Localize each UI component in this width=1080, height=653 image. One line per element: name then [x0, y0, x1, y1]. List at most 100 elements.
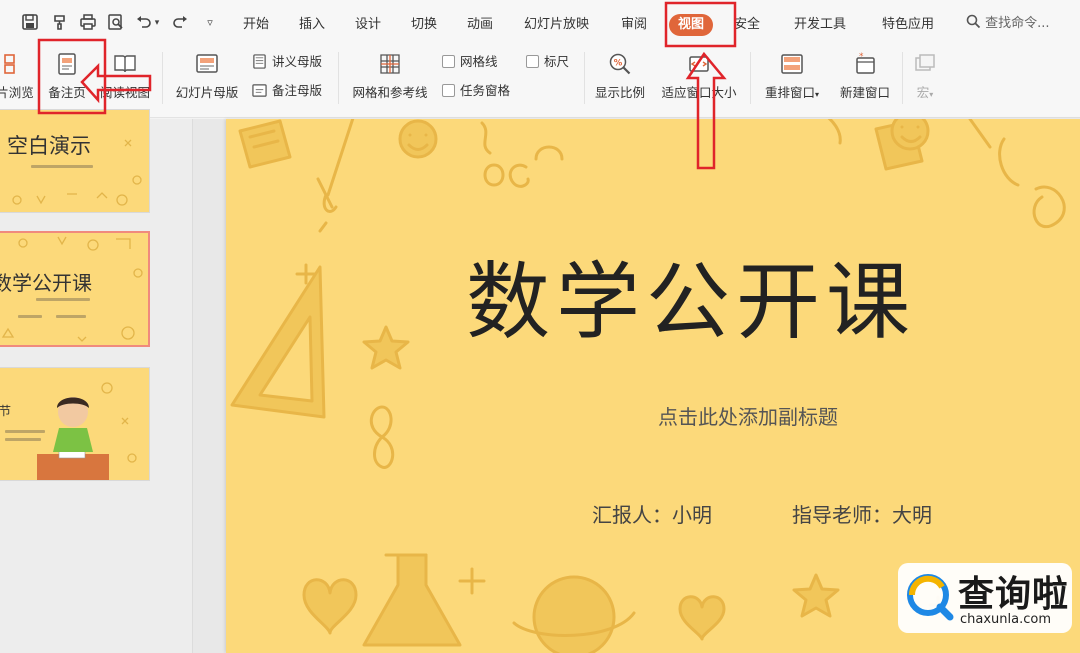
tab-transitions[interactable]: 切换	[411, 14, 437, 36]
new-window-label: 新建窗口	[839, 85, 890, 100]
handout-master-icon	[253, 54, 266, 69]
watermark-url: chaxunla.com	[960, 612, 1051, 627]
customize-toolbar-icon[interactable]: ▿	[200, 13, 220, 33]
thumb-3-text-line	[5, 438, 41, 441]
arrange-windows-button[interactable]: 重排窗口▾	[756, 46, 828, 106]
svg-text:*: *	[859, 52, 864, 62]
thumb-1-subtitle-line	[31, 165, 93, 168]
thumb-3-title: 节	[0, 404, 12, 418]
task-pane-label: 任务窗格	[460, 83, 511, 98]
undo-dropdown-icon[interactable]: ▾	[152, 13, 162, 33]
thumb-2-reporter-line	[18, 315, 42, 318]
tab-review[interactable]: 审阅	[621, 14, 647, 36]
gridlines-check[interactable]	[442, 55, 455, 68]
macro-label: 宏	[916, 85, 930, 100]
search-icon	[966, 14, 981, 29]
student-illustration	[37, 382, 137, 480]
format-painter-icon[interactable]	[50, 13, 70, 33]
thumb-1-title: 空白演示	[7, 134, 91, 158]
tab-special-apps[interactable]: 特色应用	[882, 14, 934, 36]
handout-master-button[interactable]: 讲义母版	[252, 52, 322, 72]
slide-sorter-button[interactable]: 片浏览	[0, 46, 36, 106]
macro-dropdown-icon[interactable]: ▾	[929, 90, 933, 99]
notes-master-label: 备注母版	[272, 83, 323, 98]
tab-home[interactable]: 开始	[243, 14, 269, 36]
slide-master-button[interactable]: 幻灯片母版	[170, 46, 244, 106]
wps-presentation-window: ▾ ▿ 开始 插入 设计 切换 动画 幻灯片放映 审阅 视图 安全 开发工具 特…	[0, 0, 1080, 653]
arrange-windows-label: 重排窗口	[764, 85, 815, 100]
arrange-dropdown-icon[interactable]: ▾	[815, 90, 819, 99]
reading-view-icon	[114, 55, 136, 73]
print-preview-icon[interactable]	[106, 13, 126, 33]
ribbon-separator	[902, 52, 903, 104]
notes-page-icon	[58, 53, 76, 75]
slide-thumbnail-1[interactable]: 空白演示	[0, 109, 150, 213]
thumb-2-advisor-line	[56, 315, 86, 318]
fit-window-button[interactable]: 适应窗口大小	[656, 46, 742, 106]
task-pane-checkbox[interactable]: 任务窗格	[442, 81, 510, 101]
reading-view-button[interactable]: 阅读视图	[94, 46, 156, 106]
slide-reporter-text[interactable]: 汇报人：小明	[592, 499, 712, 528]
undo-icon[interactable]	[134, 13, 154, 33]
thumb-3-text-line	[5, 430, 45, 433]
slide-advisor-text[interactable]: 指导老师：大明	[792, 499, 932, 528]
svg-text:%: %	[614, 59, 623, 69]
tab-design[interactable]: 设计	[355, 14, 381, 36]
arrange-windows-icon	[781, 54, 803, 74]
tab-slideshow[interactable]: 幻灯片放映	[524, 14, 589, 36]
gridlines-checkbox[interactable]: 网格线	[442, 52, 498, 72]
macro-icon	[915, 54, 935, 71]
ruler-check[interactable]	[526, 55, 539, 68]
site-watermark: 查询啦 chaxunla.com	[898, 563, 1072, 633]
tab-insert[interactable]: 插入	[299, 14, 325, 36]
search-placeholder: 查找命令...	[985, 16, 1050, 31]
slide-thumbnail-2[interactable]: 数学公开课	[0, 231, 150, 347]
redo-icon[interactable]	[170, 13, 190, 33]
macro-button[interactable]: 宏▾	[908, 46, 942, 106]
ruler-label: 标尺	[544, 54, 570, 69]
ruler-checkbox[interactable]: 标尺	[526, 52, 569, 72]
slide-thumbnail-3[interactable]: 节	[0, 367, 150, 481]
slide-master-label: 幻灯片母版	[175, 85, 239, 100]
slide-thumbnail-panel[interactable]: 空白演示 数学公开课 节	[0, 109, 192, 653]
task-pane-check[interactable]	[442, 84, 455, 97]
zoom-icon: %	[609, 53, 631, 75]
handout-master-label: 讲义母版	[272, 54, 323, 69]
slide-title[interactable]: 数学公开课	[466, 252, 1066, 352]
grid-guides-button[interactable]: 网格和参考线	[346, 46, 434, 106]
thumb-2-subtitle-line	[36, 298, 90, 301]
slide-sorter-label: 片浏览	[0, 85, 34, 100]
search-logo-icon	[907, 574, 954, 621]
notes-page-button[interactable]: 备注页	[44, 46, 90, 106]
tab-security[interactable]: 安全	[734, 14, 760, 36]
ribbon-separator	[750, 52, 751, 104]
menu-bar: ▾ ▿ 开始 插入 设计 切换 动画 幻灯片放映 审阅 视图 安全 开发工具 特…	[0, 0, 1080, 46]
slide-sorter-icon	[4, 54, 15, 74]
new-window-button[interactable]: * 新建窗口	[834, 46, 896, 106]
notes-master-icon	[252, 84, 267, 97]
fit-window-icon	[689, 56, 709, 72]
doodle-pattern	[12, 139, 142, 206]
grid-icon	[380, 54, 400, 74]
panel-splitter[interactable]	[192, 119, 226, 653]
command-search[interactable]: 查找命令...	[966, 12, 1050, 36]
grid-guides-label: 网格和参考线	[352, 85, 428, 100]
gridlines-label: 网格线	[460, 54, 498, 69]
notes-master-button[interactable]: 备注母版	[252, 81, 322, 101]
print-icon[interactable]	[78, 13, 98, 33]
zoom-label: 显示比例	[594, 85, 645, 100]
ribbon-separator	[162, 52, 163, 104]
save-icon[interactable]	[20, 13, 40, 33]
ribbon-separator	[338, 52, 339, 104]
view-ribbon: 片浏览 备注页 阅读视图 幻灯片母版 讲义母版 备注母版 网格和参考线 网格线 …	[0, 46, 1080, 118]
tab-view[interactable]: 视图	[669, 14, 714, 36]
watermark-title: 查询啦	[958, 574, 1070, 615]
slide-master-icon	[196, 54, 218, 73]
ribbon-separator	[584, 52, 585, 104]
tab-developer[interactable]: 开发工具	[794, 14, 846, 36]
slide-subtitle-placeholder[interactable]: 点击此处添加副标题	[658, 401, 838, 430]
tab-animations[interactable]: 动画	[467, 14, 493, 36]
thumb-2-title: 数学公开课	[0, 271, 92, 295]
zoom-button[interactable]: % 显示比例	[590, 46, 650, 106]
notes-page-label: 备注页	[48, 85, 86, 100]
